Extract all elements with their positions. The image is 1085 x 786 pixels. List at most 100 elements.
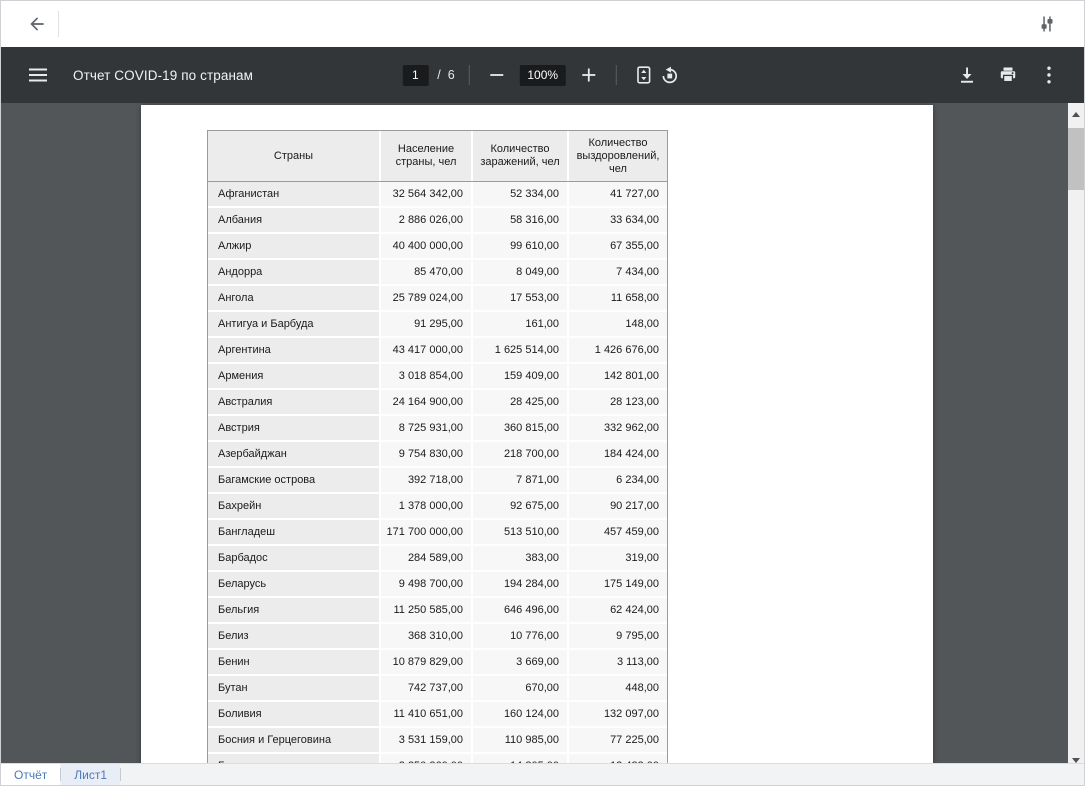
scroll-thumb[interactable] bbox=[1068, 128, 1084, 190]
table-row: Багамские острова392 718,007 871,006 234… bbox=[208, 468, 667, 494]
value-cell: 10 879 829,00 bbox=[379, 650, 471, 676]
document-title: Отчет COVID-19 по странам bbox=[73, 68, 253, 83]
table-row: Бахрейн1 378 000,0092 675,0090 217,00 bbox=[208, 494, 667, 520]
value-cell: 6 234,00 bbox=[567, 468, 667, 494]
column-header: Страны bbox=[208, 131, 379, 181]
triangle-up-icon bbox=[1072, 112, 1080, 117]
value-cell: 25 789 024,00 bbox=[379, 286, 471, 312]
value-cell: 11 658,00 bbox=[567, 286, 667, 312]
table-row: Австралия24 164 900,0028 425,0028 123,00 bbox=[208, 390, 667, 416]
table-row: Аргентина43 417 000,001 625 514,001 426 … bbox=[208, 338, 667, 364]
value-cell: 383,00 bbox=[471, 546, 567, 572]
back-button[interactable] bbox=[25, 12, 49, 36]
hamburger-icon bbox=[28, 68, 48, 82]
value-cell: 3 113,00 bbox=[567, 650, 667, 676]
value-cell: 8 049,00 bbox=[471, 260, 567, 286]
value-cell: 58 316,00 bbox=[471, 208, 567, 234]
country-cell: Австрия bbox=[208, 416, 379, 442]
pdf-toolbar: Отчет COVID-19 по странам 1 / 6 100% bbox=[1, 47, 1084, 103]
value-cell: 9 498 700,00 bbox=[379, 572, 471, 598]
value-cell: 159 409,00 bbox=[471, 364, 567, 390]
country-cell: Алжир bbox=[208, 234, 379, 260]
value-cell: 7 434,00 bbox=[567, 260, 667, 286]
value-cell: 132 097,00 bbox=[567, 702, 667, 728]
table-row: Албания2 886 026,0058 316,0033 634,00 bbox=[208, 208, 667, 234]
value-cell: 175 149,00 bbox=[567, 572, 667, 598]
table-row: Алжир40 400 000,0099 610,0067 355,00 bbox=[208, 234, 667, 260]
zoom-level-input[interactable]: 100% bbox=[520, 65, 566, 86]
more-options-button[interactable] bbox=[1036, 62, 1062, 88]
value-cell: 28 425,00 bbox=[471, 390, 567, 416]
country-cell: Барбадос bbox=[208, 546, 379, 572]
fit-page-button[interactable] bbox=[631, 62, 657, 88]
value-cell: 32 564 342,00 bbox=[379, 182, 471, 208]
value-cell: 142 801,00 bbox=[567, 364, 667, 390]
menu-button[interactable] bbox=[26, 63, 50, 87]
kebab-menu-icon bbox=[1046, 65, 1052, 85]
country-cell: Бутан bbox=[208, 676, 379, 702]
value-cell: 99 610,00 bbox=[471, 234, 567, 260]
value-cell: 742 737,00 bbox=[379, 676, 471, 702]
print-button[interactable] bbox=[995, 62, 1021, 88]
page-number-input[interactable]: 1 bbox=[402, 65, 428, 86]
printer-icon bbox=[998, 65, 1018, 85]
value-cell: 1 378 000,00 bbox=[379, 494, 471, 520]
value-cell: 218 700,00 bbox=[471, 442, 567, 468]
value-cell: 33 634,00 bbox=[567, 208, 667, 234]
table-row: Андорра85 470,008 049,007 434,00 bbox=[208, 260, 667, 286]
value-cell: 90 217,00 bbox=[567, 494, 667, 520]
table-row: Бенин10 879 829,003 669,003 113,00 bbox=[208, 650, 667, 676]
value-cell: 448,00 bbox=[567, 676, 667, 702]
value-cell: 3 018 854,00 bbox=[379, 364, 471, 390]
value-cell: 1 426 676,00 bbox=[567, 338, 667, 364]
table-row: Барбадос284 589,00383,00319,00 bbox=[208, 546, 667, 572]
country-cell: Бельгия bbox=[208, 598, 379, 624]
value-cell: 670,00 bbox=[471, 676, 567, 702]
country-cell: Белиз bbox=[208, 624, 379, 650]
value-cell: 284 589,00 bbox=[379, 546, 471, 572]
value-cell: 368 310,00 bbox=[379, 624, 471, 650]
covid-table: СтраныНаселение страны, челКоличество за… bbox=[207, 130, 668, 781]
sheet-bar: Отчёт Лист1 bbox=[1, 763, 1084, 785]
fit-to-page-icon bbox=[634, 65, 654, 85]
country-cell: Албания bbox=[208, 208, 379, 234]
rotate-button[interactable] bbox=[657, 62, 683, 88]
pdf-page: СтраныНаселение страны, челКоличество за… bbox=[141, 105, 933, 785]
value-cell: 360 815,00 bbox=[471, 416, 567, 442]
table-row: Австрия8 725 931,00360 815,00332 962,00 bbox=[208, 416, 667, 442]
value-cell: 1 625 514,00 bbox=[471, 338, 567, 364]
value-cell: 52 334,00 bbox=[471, 182, 567, 208]
arrow-left-icon bbox=[27, 14, 47, 34]
value-cell: 148,00 bbox=[567, 312, 667, 338]
country-cell: Антигуа и Барбуда bbox=[208, 312, 379, 338]
vertical-scrollbar[interactable] bbox=[1068, 103, 1084, 766]
value-cell: 11 410 651,00 bbox=[379, 702, 471, 728]
tune-sliders-icon bbox=[1038, 15, 1056, 33]
country-cell: Азербайджан bbox=[208, 442, 379, 468]
table-row: Бельгия11 250 585,00646 496,0062 424,00 bbox=[208, 598, 667, 624]
table-row: Афганистан32 564 342,0052 334,0041 727,0… bbox=[208, 182, 667, 208]
tab-sheet1[interactable]: Лист1 bbox=[61, 764, 120, 785]
value-cell: 3 669,00 bbox=[471, 650, 567, 676]
value-cell: 91 295,00 bbox=[379, 312, 471, 338]
value-cell: 24 164 900,00 bbox=[379, 390, 471, 416]
tab-report[interactable]: Отчёт bbox=[1, 764, 60, 785]
country-cell: Ангола bbox=[208, 286, 379, 312]
rotate-counterclockwise-icon bbox=[660, 65, 680, 85]
scroll-up-button[interactable] bbox=[1068, 103, 1084, 120]
value-cell: 9 754 830,00 bbox=[379, 442, 471, 468]
filters-button[interactable] bbox=[1036, 13, 1058, 35]
browser-bar bbox=[1, 1, 1084, 47]
zoom-out-button[interactable] bbox=[484, 62, 510, 88]
download-button[interactable] bbox=[954, 62, 980, 88]
browser-bar-divider bbox=[58, 11, 59, 37]
toolbar-divider bbox=[469, 65, 470, 85]
country-cell: Беларусь bbox=[208, 572, 379, 598]
value-cell: 194 284,00 bbox=[471, 572, 567, 598]
value-cell: 8 725 931,00 bbox=[379, 416, 471, 442]
value-cell: 110 985,00 bbox=[471, 728, 567, 754]
country-cell: Босния и Герцеговина bbox=[208, 728, 379, 754]
value-cell: 646 496,00 bbox=[471, 598, 567, 624]
document-viewport[interactable]: СтраныНаселение страны, челКоличество за… bbox=[1, 103, 1084, 785]
zoom-in-button[interactable] bbox=[576, 62, 602, 88]
